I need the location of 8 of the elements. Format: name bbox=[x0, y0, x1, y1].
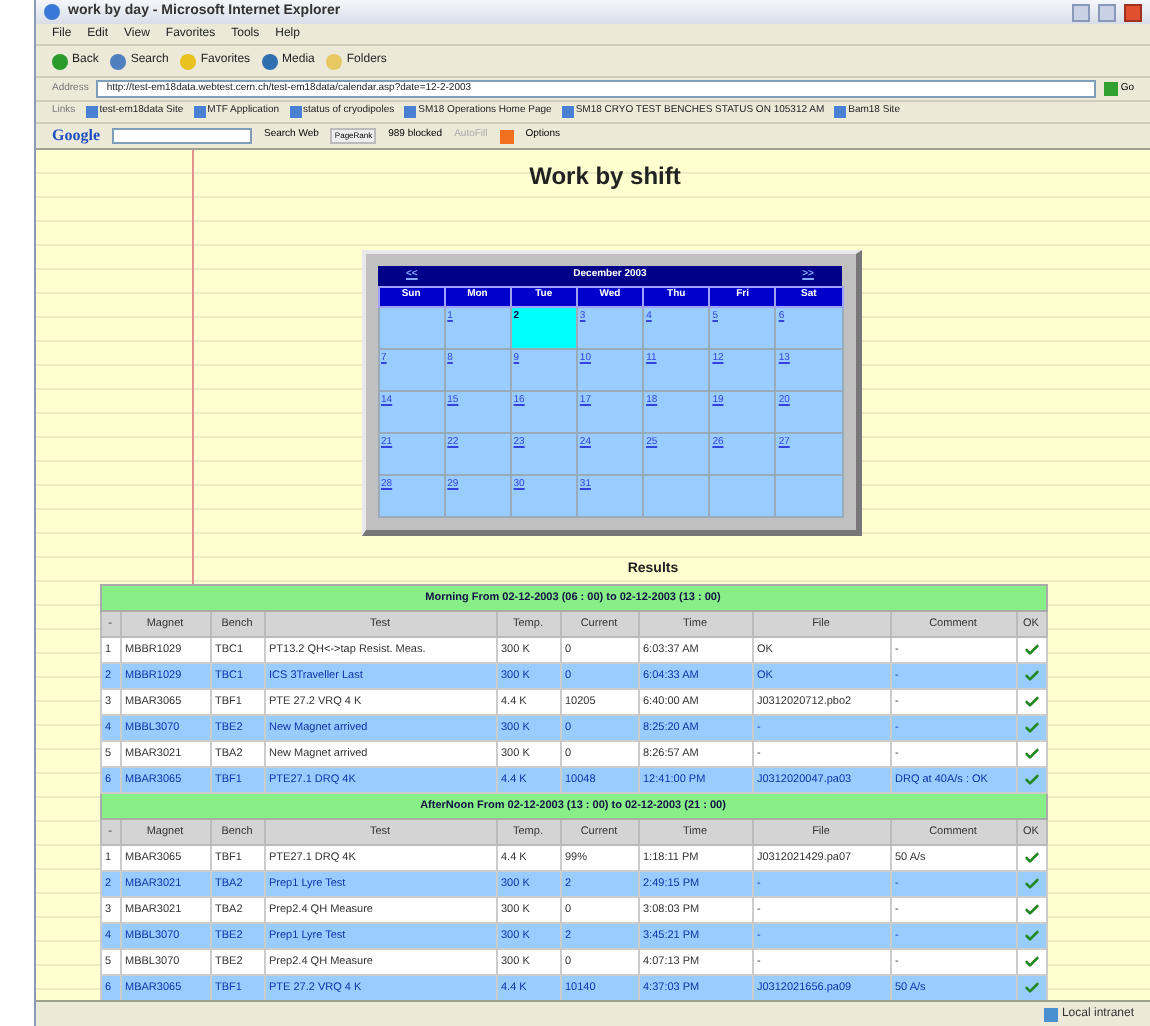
close-icon[interactable] bbox=[1124, 3, 1142, 21]
browser-icon[interactable] bbox=[44, 4, 60, 20]
google-search-field[interactable] bbox=[112, 128, 252, 144]
maximize-icon[interactable] bbox=[1098, 3, 1116, 21]
google-logo: Google bbox=[52, 124, 100, 148]
blogger-icon[interactable] bbox=[499, 129, 514, 143]
page-title: Work by shift bbox=[529, 160, 681, 194]
minimize-icon[interactable] bbox=[1072, 3, 1090, 21]
